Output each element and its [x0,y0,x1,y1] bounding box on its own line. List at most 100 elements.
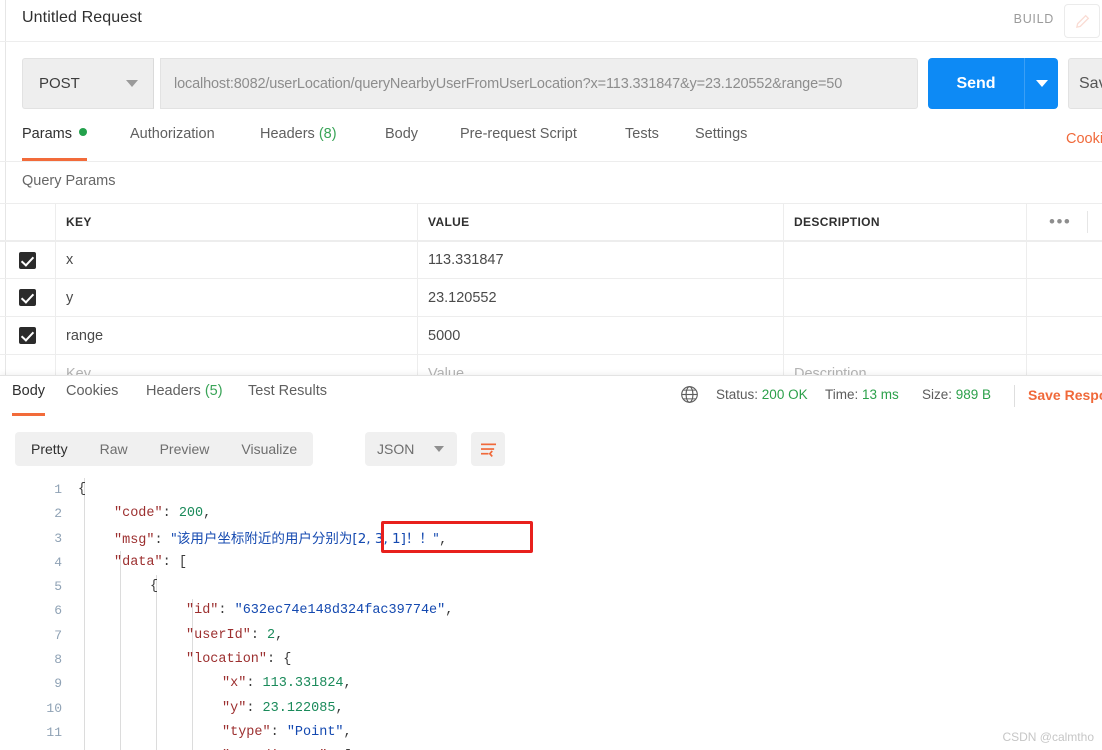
format-tab-preview[interactable]: Preview [144,432,226,466]
tab-label: Authorization [130,126,215,142]
row-actions-cell [1027,279,1102,316]
tab-pre-request-script[interactable]: Pre-request Script [460,126,577,158]
tab-body[interactable]: Body [385,126,418,158]
code-token: : [270,724,287,740]
code-line-text: "type": "Point", [222,721,352,745]
row-actions-cell [1027,317,1102,354]
response-tab-test-results[interactable]: Test Results [248,383,327,413]
size-badge: Size: 989 B [922,387,991,402]
code-line-text: "code": 200, [114,502,211,526]
code-line: 10 "y": 23.122085, [0,697,1102,721]
table-row[interactable]: range 5000 [0,317,1102,355]
response-tab-label: Cookies [66,383,119,399]
code-token: "location" [186,652,268,668]
code-line-text: "userId": 2, [186,624,283,648]
checkbox-checked-icon[interactable] [19,327,36,344]
method-label: POST [39,75,80,92]
row-key-cell[interactable]: x [56,242,418,278]
url-text: localhost:8082/userLocation/queryNearbyU… [174,75,843,92]
language-select[interactable]: JSON [365,432,457,466]
row-key-cell-text: x [66,252,74,268]
row-key-cell-text: y [66,289,74,306]
cookies-link[interactable]: Cookies [1066,131,1102,147]
code-token: { [78,482,87,497]
chevron-down-icon [126,80,138,87]
row-value-cell-text: 5000 [428,327,461,344]
code-token: 113.331824 [262,676,344,692]
row-value-cell[interactable]: 23.120552 [418,279,784,316]
response-tab-cookies[interactable]: Cookies [66,383,118,413]
column-header-value: VALUE [428,215,470,229]
code-line-text: "x": 113.331824, [222,672,352,696]
divider [1014,385,1015,407]
tab-label: Params [22,126,72,142]
code-token: , [203,506,212,522]
row-checkbox-cell[interactable] [0,279,56,316]
line-number: 3 [54,530,62,546]
code-line-text: "msg": "该用户坐标附近的用户分别为[2, 3, 1]！！", [114,527,447,553]
response-tab-headers[interactable]: Headers (5) [146,383,223,413]
code-token: "type" [222,724,271,740]
request-tabs: Params Authorization Headers (8) Body Pre-re… [0,126,1102,161]
response-tab-label: Headers [146,383,201,399]
tab-authorization[interactable]: Authorization [130,126,215,158]
code-token: [ [178,554,187,570]
language-label: JSON [377,441,415,457]
code-token: "x" [222,676,247,692]
format-tab-pretty[interactable]: Pretty [15,432,84,466]
format-tab-raw[interactable]: Raw [84,432,144,466]
tab-tests[interactable]: Tests [625,126,659,158]
header-key-cell: KEY [56,204,418,240]
save-response-link[interactable]: Save Response [1028,387,1102,403]
request-header: Untitled Request BUILD [0,0,1102,42]
response-tab-body[interactable]: Body [12,383,46,416]
send-options-button[interactable] [1024,58,1058,109]
pencil-icon [1075,14,1089,28]
word-wrap-button[interactable] [471,432,505,466]
code-line-text: { [150,575,158,599]
code-line: 4 "data": [ [0,551,1102,575]
code-token: : [246,700,263,716]
tab-params[interactable]: Params [22,126,87,161]
row-checkbox-cell[interactable] [0,317,56,354]
code-token: "data" [114,554,163,570]
row-checkbox-cell[interactable] [0,242,56,278]
code-line: 6 "id": "632ec74e148d324fac39774e", [0,599,1102,623]
ellipsis-icon[interactable]: ••• [1049,213,1071,230]
url-input[interactable]: localhost:8082/userLocation/queryNearbyU… [160,58,918,109]
response-body-code[interactable]: 1{2 "code": 200, 3 "msg": "该用户坐标附近的用户分别为[2,… [0,478,1102,750]
code-line: 2 "code": 200, [0,502,1102,526]
row-value-cell[interactable]: 5000 [418,317,784,354]
row-value-cell-text: 113.331847 [428,252,504,268]
chevron-down-icon [434,446,444,452]
time-label: Time: [825,387,859,402]
line-number: 4 [54,554,62,570]
row-description-cell[interactable] [784,242,1027,278]
row-description-cell[interactable] [784,317,1027,354]
edit-request-button[interactable] [1064,4,1100,38]
build-label: BUILD [1013,12,1054,26]
time-badge: Time: 13 ms [825,387,899,402]
response-pane: Body Cookies Headers (5) Test Results Statu… [0,375,1102,750]
method-select[interactable]: POST [22,58,154,109]
row-value-cell[interactable]: 113.331847 [418,242,784,278]
format-tab-visualize[interactable]: Visualize [225,432,313,466]
tab-settings[interactable]: Settings [695,126,747,158]
format-tab-label: Pretty [31,441,68,457]
row-key-cell[interactable]: y [56,279,418,316]
code-token: { [283,652,292,668]
row-description-cell[interactable] [784,279,1027,316]
line-number: 11 [46,724,62,740]
table-row[interactable]: x 113.331847 [0,241,1102,279]
row-key-cell[interactable]: range [56,317,418,354]
checkbox-checked-icon[interactable] [19,289,36,306]
row-value-cell-text: 23.120552 [428,289,497,306]
response-tab-label: Body [12,383,46,399]
checkbox-checked-icon[interactable] [19,251,36,269]
table-row[interactable]: y 23.120552 [0,279,1102,317]
send-button[interactable]: Send [928,58,1024,109]
tab-headers[interactable]: Headers (8) [260,126,337,158]
send-label: Send [956,74,996,92]
code-token: "该用户坐标附近的用户分别为[2, 3, 1]！！" [170,530,440,547]
save-button[interactable]: Save [1068,58,1102,109]
